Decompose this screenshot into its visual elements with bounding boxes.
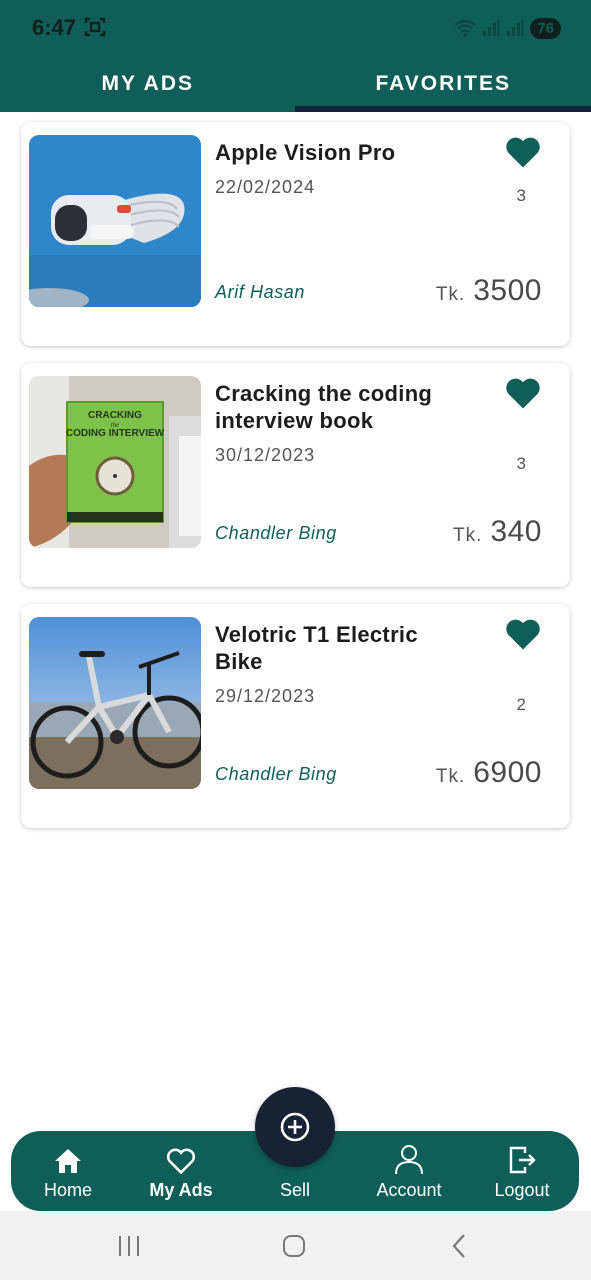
sell-fab-button[interactable] bbox=[255, 1087, 335, 1167]
book-cover-line3: CODING INTERVIEW bbox=[66, 428, 165, 439]
home-button[interactable] bbox=[274, 1231, 314, 1261]
recent-apps-button[interactable] bbox=[109, 1231, 149, 1261]
nav-label: Sell bbox=[279, 1180, 310, 1200]
ad-title: Cracking the coding interview book bbox=[215, 381, 433, 433]
signal-icon bbox=[483, 20, 500, 36]
price-currency: Tk. bbox=[453, 525, 483, 546]
bike-photo bbox=[29, 617, 201, 789]
tab-favorites[interactable]: FAVORITES bbox=[296, 56, 591, 112]
person-icon bbox=[395, 1145, 423, 1175]
nav-home[interactable]: Home bbox=[13, 1131, 123, 1211]
screenshot-icon bbox=[84, 17, 106, 37]
favorite-count: 3 bbox=[516, 186, 526, 205]
heart-outline-icon bbox=[166, 1148, 196, 1175]
list-item[interactable]: Apple Vision Pro 22/02/2024 Arif Hasan 3… bbox=[21, 122, 570, 346]
book-photo: CRACKING the CODING INTERVIEW bbox=[29, 376, 201, 548]
status-bar: 6:47 76 bbox=[0, 0, 591, 56]
back-button[interactable] bbox=[440, 1231, 480, 1261]
ad-price: Tk. 3500 bbox=[436, 274, 542, 308]
price-value: 3500 bbox=[473, 274, 542, 307]
favorite-count: 3 bbox=[516, 454, 526, 473]
logout-icon bbox=[509, 1146, 536, 1174]
ad-thumbnail bbox=[29, 617, 201, 789]
price-value: 6900 bbox=[473, 756, 542, 789]
heart-icon[interactable] bbox=[504, 617, 542, 651]
price-currency: Tk. bbox=[435, 284, 466, 305]
ad-thumbnail: CRACKING the CODING INTERVIEW bbox=[29, 376, 201, 548]
tab-my-ads[interactable]: MY ADS bbox=[0, 56, 296, 112]
favorite-count: 2 bbox=[516, 695, 526, 714]
recent-apps-icon bbox=[119, 1236, 139, 1256]
home-circle-icon bbox=[283, 1235, 305, 1257]
ad-date: 22/02/2024 bbox=[215, 177, 316, 197]
system-nav-bar bbox=[0, 1211, 591, 1280]
nav-label: Logout bbox=[494, 1180, 550, 1200]
nav-label: Home bbox=[43, 1180, 92, 1200]
ad-seller: Arif Hasan bbox=[215, 282, 306, 302]
ad-title: Apple Vision Pro bbox=[215, 140, 396, 165]
ad-seller: Chandler Bing bbox=[215, 523, 337, 543]
status-time: 6:47 bbox=[32, 15, 77, 40]
plus-circle-icon bbox=[280, 1112, 310, 1142]
nav-my-ads[interactable]: My Ads bbox=[126, 1131, 236, 1211]
nav-label: Account bbox=[376, 1180, 442, 1200]
heart-icon[interactable] bbox=[504, 135, 542, 169]
vr-headset-photo bbox=[29, 135, 201, 307]
price-value: 340 bbox=[490, 515, 542, 548]
active-tab-indicator bbox=[295, 106, 591, 112]
list-item[interactable]: Velotric T1 Electric Bike 29/12/2023 Cha… bbox=[21, 604, 570, 828]
nav-label: My Ads bbox=[149, 1180, 213, 1200]
wifi-icon bbox=[454, 19, 476, 37]
list-item[interactable]: CRACKING the CODING INTERVIEW Cracking t… bbox=[21, 363, 570, 587]
nav-logout[interactable]: Logout bbox=[467, 1131, 577, 1211]
tab-bar: MY ADS FAVORITES bbox=[0, 56, 591, 112]
back-chevron-icon bbox=[452, 1234, 465, 1258]
status-indicators: 76 bbox=[454, 16, 561, 40]
price-currency: Tk. bbox=[435, 766, 466, 787]
home-icon bbox=[55, 1149, 81, 1173]
ad-thumbnail bbox=[29, 135, 201, 307]
heart-icon[interactable] bbox=[504, 376, 542, 410]
signal-icon-2 bbox=[507, 20, 524, 36]
nav-account[interactable]: Account bbox=[354, 1131, 464, 1211]
ad-date: 30/12/2023 bbox=[215, 445, 316, 465]
ad-seller: Chandler Bing bbox=[215, 764, 337, 784]
ad-price: Tk. 6900 bbox=[436, 756, 542, 790]
battery-indicator: 76 bbox=[530, 17, 561, 39]
ad-date: 29/12/2023 bbox=[215, 686, 316, 706]
ad-title: Velotric T1 Electric Bike bbox=[215, 622, 418, 674]
book-cover-line1: CRACKING bbox=[88, 410, 142, 421]
ad-price: Tk. 340 bbox=[453, 515, 542, 549]
